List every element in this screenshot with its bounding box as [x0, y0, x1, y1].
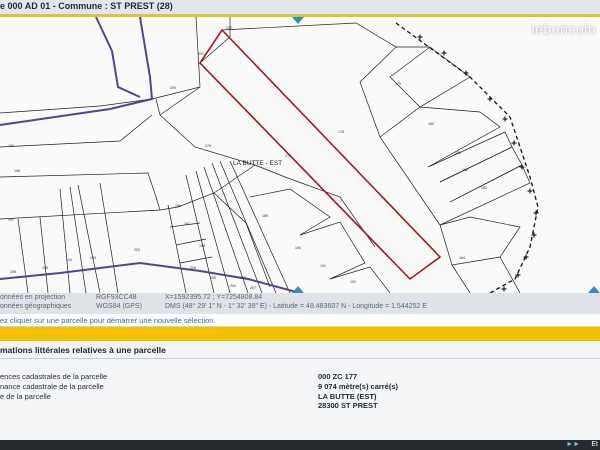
geographic-row: onnées géographiques WGS84 (GPS) DMS (48… — [0, 303, 600, 313]
parcel-line — [254, 164, 376, 248]
footer-button[interactable]: Et — [591, 441, 598, 448]
info-label-address: e de la parcelle — [0, 392, 51, 401]
map-canvas[interactable]: LA BUTTE - EST 176 177 178 179 180 181 182 183 1… — [0, 17, 600, 293]
parcel-line — [451, 264, 471, 293]
window-title: e 000 AD 01 - Commune : ST PREST (28) — [0, 1, 173, 11]
parcel-line — [77, 184, 101, 293]
info-value-address: LA BUTTE (EST) — [318, 392, 377, 401]
parcel-line — [329, 266, 391, 293]
geographic-values: DMS (48° 29' 1" N - 1° 32' 39" E) - Lati… — [165, 303, 427, 310]
parcel-number-label: 201 — [198, 52, 204, 56]
parcel-number-label: 208 — [190, 266, 196, 270]
parcel-line — [0, 114, 153, 148]
parcel-line — [59, 188, 71, 293]
parcel-line — [0, 17, 201, 114]
parcel-line — [439, 164, 531, 226]
parcel-number-label: 207 — [250, 286, 256, 290]
parcel-line — [213, 192, 271, 288]
cadastral-map[interactable]: LA BUTTE - EST 176 177 178 179 180 181 182 183 1… — [0, 17, 600, 293]
selection-hint-text: ez cliquer sur une parcelle pour démarre… — [0, 316, 216, 325]
parcel-number-label: 184 — [459, 256, 465, 260]
info-value-area: 9 074 mètre(s) carré(s) — [318, 382, 399, 391]
parcel-number-label: 177 — [285, 154, 291, 158]
parcel-number-label: 202 — [226, 26, 232, 30]
panel-separator-band — [0, 327, 600, 341]
projection-system: RGF93CC48 — [96, 294, 137, 301]
parcel-number-label: 176 — [205, 144, 211, 148]
parcel-line — [249, 188, 331, 236]
parcel-line — [219, 160, 277, 293]
parcel-number-label: 195 — [42, 266, 48, 270]
parcel-number-label: 191 — [320, 264, 326, 268]
window-titlebar: e 000 AD 01 - Commune : ST PREST (28) — [0, 0, 600, 15]
panel-heading: mations littérales relatives à une parce… — [0, 345, 166, 355]
selected-parcel-177 — [198, 28, 442, 281]
parcel-number-label: 180 — [428, 122, 434, 126]
parcel-line — [69, 186, 87, 293]
commune-boundary — [0, 17, 154, 126]
parcel-line — [439, 146, 523, 203]
parcel-number-label: 203 — [134, 248, 140, 252]
parcel-line — [39, 216, 49, 293]
parcel-number-label: 199 — [8, 144, 14, 148]
parcel-number-label: 206 — [240, 276, 246, 280]
parcel-number-label: 204 — [230, 284, 236, 288]
parcel-number-label: 192 — [350, 280, 356, 284]
territory-boundary — [395, 22, 539, 293]
parcel-line — [167, 204, 187, 293]
parcel-line — [99, 182, 119, 293]
pan-corner-arrow-icon[interactable] — [588, 286, 600, 293]
commune-boundary — [95, 17, 141, 98]
parcel-number-label: 198 — [14, 169, 20, 173]
projection-values: X=1592395.72 ; Y=7254808.84 — [165, 294, 263, 301]
next-arrow-icon[interactable]: ►► — [566, 441, 580, 448]
parcel-number-label: 193 — [90, 256, 96, 260]
parcel-number-label: 194 — [66, 258, 72, 262]
selection-hint: ez cliquer sur une parcelle pour démarre… — [0, 314, 600, 327]
parcel-number-label: 183 — [481, 186, 487, 190]
coordinates-bar: onnées en projection RGF93CC48 X=1592395… — [0, 293, 600, 314]
parcel-number-label: 189 — [262, 214, 268, 218]
area-label: LA BUTTE - EST — [233, 160, 282, 167]
parcel-number-label: 178 — [338, 130, 344, 134]
info-label-area: nance cadastrale de la parcelle — [0, 382, 104, 391]
parcel-number-label: 188 — [199, 244, 205, 248]
parcel-line — [379, 106, 501, 168]
parcel-line — [17, 218, 29, 293]
parcel-line — [427, 131, 513, 183]
panel-divider — [0, 358, 600, 359]
pan-down-arrow-icon[interactable] — [292, 286, 304, 293]
parcel-info-panel: mations littérales relatives à une parce… — [0, 341, 600, 450]
parcel-line — [221, 22, 441, 226]
parcel-number-label: 196 — [10, 270, 16, 274]
parcel-number-label: 181 — [455, 151, 461, 155]
parcel-number-label: 179 — [395, 82, 401, 86]
projection-label: onnées en projection — [0, 294, 65, 301]
parcel-number-label: 186 — [175, 204, 181, 208]
parcel-line — [155, 98, 256, 211]
watermark-logo: leboncoin — [531, 21, 596, 37]
footer-bar: ►► Et — [0, 440, 600, 450]
parcel-line — [439, 216, 521, 266]
info-value-city: 28300 ST PREST — [318, 401, 378, 410]
parcel-number-label: 182 — [462, 168, 468, 172]
parcel-number-label: 205 — [210, 276, 216, 280]
parcel-line — [299, 221, 366, 280]
pan-up-arrow-icon[interactable] — [292, 17, 304, 24]
parcel-number-label: 200 — [170, 86, 176, 90]
parcel-number-label: 197 — [8, 218, 14, 222]
parcel-line — [159, 86, 201, 116]
geographic-label: onnées géographiques — [0, 303, 72, 310]
info-label-reference: ences cadastrales de la parcelle — [0, 372, 108, 381]
parcel-line — [229, 160, 291, 293]
geographic-system: WGS84 (GPS) — [96, 303, 142, 310]
parcel-line — [179, 256, 213, 264]
parcel-number-label: 187 — [184, 222, 190, 226]
info-value-reference: 000 ZC 177 — [318, 372, 358, 381]
parcel-line — [389, 46, 471, 108]
parcel-number-label: 190 — [295, 246, 301, 250]
